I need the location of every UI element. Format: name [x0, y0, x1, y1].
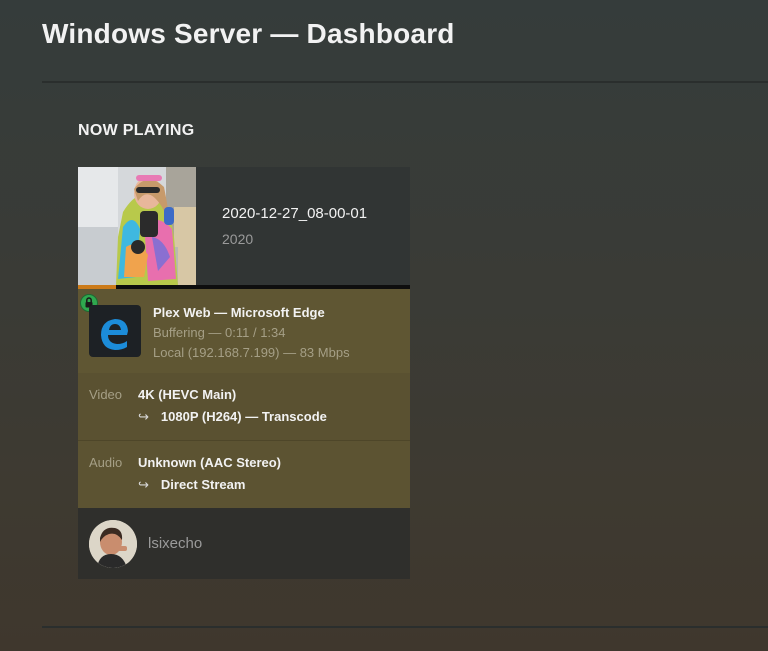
microsoft-edge-icon	[89, 305, 141, 357]
audio-label: Audio	[89, 455, 123, 470]
redirect-arrow-icon: ↪	[138, 409, 149, 424]
now-playing-heading: NOW PLAYING	[78, 122, 195, 139]
page-title: Windows Server — Dashboard	[42, 18, 455, 49]
header-divider	[42, 81, 768, 83]
playback-state: Buffering — 0:11 / 1:34	[153, 325, 286, 340]
video-target-text: 1080P (H264) — Transcode	[160, 409, 327, 424]
video-label: Video	[89, 387, 123, 402]
player-info: Plex Web — Microsoft Edge Buffering — 0:…	[78, 289, 410, 373]
audio-source: Unknown (AAC Stereo)	[138, 455, 281, 470]
video-source: 4K (HEVC Main)	[138, 387, 237, 402]
media-info[interactable]: 2020-12-27_08-00-01 2020	[78, 167, 410, 285]
audio-target: ↪ Direct Stream	[138, 477, 245, 493]
user-row[interactable]: lsixecho	[78, 508, 410, 579]
avatar[interactable]	[89, 520, 137, 568]
connection-info: Local (192.168.7.199) — 83 Mbps	[153, 345, 350, 360]
audio-stream-row: Audio Unknown (AAC Stereo) ↪ Direct Strea…	[78, 441, 410, 508]
now-playing-card[interactable]: 2020-12-27_08-00-01 2020 Plex Web — Micr…	[78, 167, 410, 579]
video-stream-row: Video 4K (HEVC Main) ↪ 1080P (H264) — Tra…	[78, 373, 410, 440]
media-thumbnail[interactable]	[78, 167, 196, 285]
footer-divider	[42, 626, 768, 628]
redirect-arrow-icon: ↪	[138, 477, 149, 492]
audio-target-text: Direct Stream	[160, 477, 246, 492]
media-title[interactable]: 2020-12-27_08-00-01	[222, 205, 367, 222]
video-target: ↪ 1080P (H264) — Transcode	[138, 409, 327, 425]
stream-details: Plex Web — Microsoft Edge Buffering — 0:…	[78, 289, 410, 508]
username[interactable]: lsixecho	[148, 535, 202, 552]
media-year: 2020	[222, 231, 254, 247]
player-app: Plex Web — Microsoft Edge	[153, 305, 325, 320]
